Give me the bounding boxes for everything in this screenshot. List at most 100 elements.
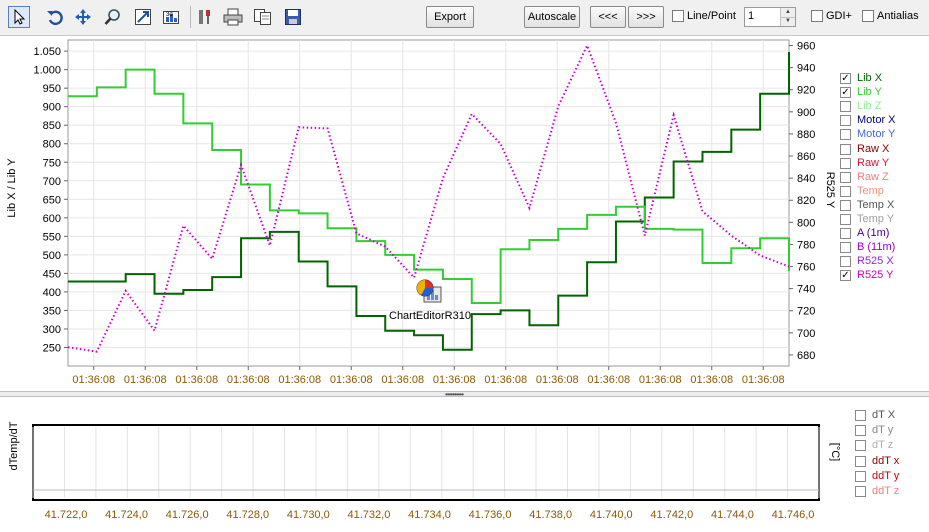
export-button[interactable]: Export [426, 6, 474, 28]
move-icon[interactable] [72, 6, 94, 28]
top-xtick-label: 01:36:08 [124, 374, 167, 386]
chart-editor-icon[interactable] [415, 278, 443, 306]
zoom-icon[interactable] [102, 6, 124, 28]
top-legend-label: B (11m) [857, 241, 896, 254]
top-xtick-label: 01:36:08 [433, 374, 476, 386]
top-legend-checkbox[interactable] [840, 101, 851, 113]
top-legend-checkbox[interactable]: ✓ [840, 270, 851, 282]
top-y2tick-label: 820 [797, 195, 815, 207]
top-legend-label: R525 X [857, 255, 894, 268]
top-legend-checkbox[interactable] [840, 157, 851, 169]
top-legend-label: Raw Y [857, 156, 890, 169]
top-y2label: R525 Y [824, 172, 836, 209]
top-ytick-label: 400 [43, 287, 61, 299]
bottom-xtick-label: 41.742,0 [650, 509, 693, 521]
point-size-spinner[interactable]: 1 ▲ ▼ [744, 7, 796, 27]
bottom-legend-checkbox[interactable] [855, 410, 866, 421]
top-legend-checkbox[interactable] [840, 115, 851, 127]
spin-down-arrow-icon[interactable]: ▼ [781, 17, 795, 26]
bottom-xtick-label: 41.744,0 [711, 509, 754, 521]
bottom-legend-checkbox[interactable] [855, 440, 866, 452]
chart-editor-label: ChartEditorR310 [389, 310, 471, 322]
tools-icon[interactable] [194, 6, 216, 28]
top-legend-label: Lib Z [857, 100, 882, 113]
top-legend-checkbox[interactable] [840, 171, 851, 183]
top-xtick-label: 01:36:08 [742, 374, 785, 386]
top-ytick-label: 300 [43, 324, 61, 336]
top-y2tick-label: 780 [797, 239, 815, 251]
top-xtick-label: 01:36:08 [330, 374, 373, 386]
bottom-xtick-label: 41.726,0 [166, 509, 209, 521]
top-legend-checkbox[interactable] [840, 242, 851, 254]
top-legend-label: Temp [857, 184, 884, 197]
top-legend-checkbox[interactable] [840, 199, 851, 211]
bottom-legend-checkbox[interactable] [855, 455, 866, 467]
bottom-xtick-label: 41.732,0 [348, 509, 391, 521]
top-legend-checkbox[interactable]: ✓ [840, 73, 851, 84]
bottom-xtick-label: 41.724,0 [105, 509, 148, 521]
top-legend-checkbox[interactable] [840, 185, 851, 197]
top-xtick-label: 01:36:08 [690, 374, 733, 386]
top-xtick-label: 01:36:08 [587, 374, 630, 386]
top-legend-label: R525 Y [857, 269, 894, 282]
top-xtick-label: 01:36:08 [381, 374, 424, 386]
top-y2tick-label: 760 [797, 262, 815, 274]
bottom-xtick-label: 41.730,0 [287, 509, 330, 521]
pointer-icon[interactable] [8, 6, 30, 28]
top-y2tick-label: 880 [797, 129, 815, 141]
scale-icon[interactable] [132, 6, 154, 28]
autoscale-button[interactable]: Autoscale [524, 6, 580, 28]
bottom-xtick-label: 41.734,0 [408, 509, 451, 521]
top-legend-checkbox[interactable] [840, 256, 851, 268]
toolbar-separator [190, 6, 191, 28]
top-ytick-label: 450 [43, 268, 61, 280]
bottom-legend-label: ddT x [872, 454, 900, 467]
bottom-legend-checkbox[interactable] [855, 486, 866, 497]
bottom-legend-checkbox[interactable] [855, 470, 866, 482]
linepoint-label: Line/Point [687, 10, 736, 22]
undo-icon[interactable] [44, 6, 66, 28]
top-legend-checkbox[interactable]: ✓ [840, 87, 851, 99]
gdi-label: GDI+ [826, 10, 852, 22]
next-button[interactable]: >>> [628, 6, 664, 28]
top-ytick-label: 350 [43, 305, 61, 317]
bottom-legend-label: ddT y [872, 469, 900, 482]
top-xtick-label: 01:36:08 [175, 374, 218, 386]
bottom-chart[interactable]: 41.722,0 41.724,0 41.726,0 41.728,0 41.730,0… [0, 397, 929, 532]
bottom-legend-checkbox[interactable] [855, 425, 866, 437]
edit-chart-icon[interactable]: 3d [160, 6, 182, 28]
top-y2tick-label: 900 [797, 107, 815, 119]
copy-icon[interactable] [252, 6, 274, 28]
top-chart[interactable]: 250 300 350 400 450 500 550 600 650 700 750 800 850 9… [0, 36, 929, 391]
top-ytick-label: 600 [43, 213, 61, 225]
bottom-xtick-label: 41.738,0 [529, 509, 572, 521]
save-icon[interactable] [282, 6, 304, 28]
linepoint-checkbox[interactable] [672, 10, 684, 22]
top-ytick-label: 250 [43, 342, 61, 354]
print-icon[interactable] [222, 6, 244, 28]
top-ytick-label: 550 [43, 231, 61, 243]
top-ytick-label: 650 [43, 194, 61, 206]
top-legend-checkbox[interactable] [840, 129, 851, 141]
top-legend-label: Raw X [857, 142, 890, 155]
top-xtick-label: 01:36:08 [484, 374, 527, 386]
antialias-checkbox[interactable] [862, 10, 874, 22]
top-legend-checkbox[interactable] [840, 228, 851, 240]
bottom-legend-label: dT X [872, 409, 896, 421]
top-legend-checkbox[interactable] [840, 214, 851, 225]
top-ytick-label: 750 [43, 157, 61, 169]
top-legend-checkbox[interactable] [840, 143, 851, 155]
top-ytick-label: 1.000 [33, 65, 61, 77]
bottom-xtick-label: 41.722,0 [45, 509, 88, 521]
top-ytick-label: 850 [43, 120, 61, 132]
prev-button[interactable]: <<< [590, 6, 626, 28]
top-y2tick-label: 960 [797, 41, 815, 53]
spinner-buttons: ▲ ▼ [780, 8, 795, 26]
bottom-xtick-label: 41.746,0 [772, 509, 815, 521]
top-xtick-label: 01:36:08 [278, 374, 321, 386]
point-size-value: 1 [748, 10, 755, 22]
top-y2tick-label: 720 [797, 306, 815, 318]
top-xtick-label: 01:36:08 [72, 374, 115, 386]
gdi-checkbox[interactable] [811, 10, 823, 22]
top-ytick-label: 700 [43, 176, 61, 188]
